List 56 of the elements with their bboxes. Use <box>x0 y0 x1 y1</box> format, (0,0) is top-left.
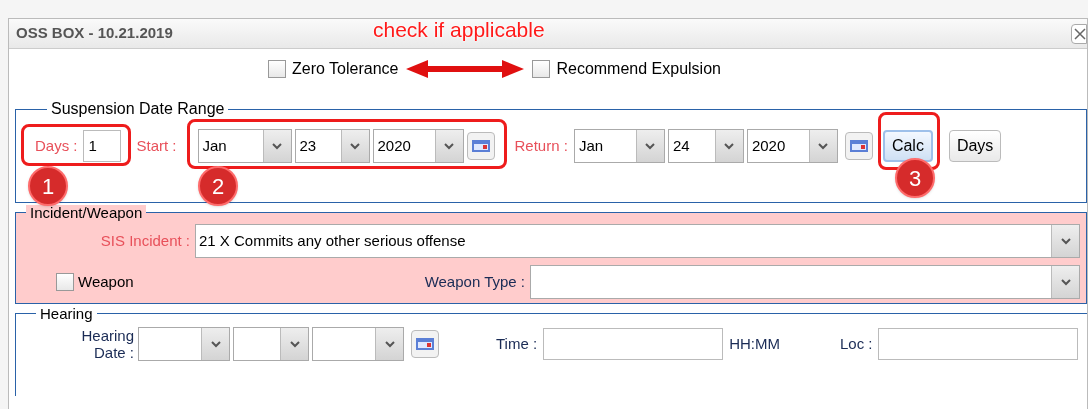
chevron-down-icon <box>1060 237 1071 245</box>
close-icon <box>1074 27 1086 40</box>
year-dropdown[interactable]: 2020 <box>746 129 838 163</box>
chevron-down-icon <box>384 340 395 348</box>
chevron-down-icon <box>1060 278 1071 286</box>
action-button[interactable]: Calc <box>882 130 933 162</box>
day-dropdown[interactable]: 24 <box>667 129 744 163</box>
double-arrow-icon <box>406 59 525 79</box>
day-dropdown[interactable]: 23 <box>294 129 370 163</box>
field-label: Loc : <box>839 333 873 354</box>
incident-dropdown[interactable]: 21 X Commits any other serious offense <box>195 224 1080 258</box>
chevron-down-icon <box>724 142 735 150</box>
calendar-button[interactable] <box>844 132 873 160</box>
calendar-button[interactable] <box>466 132 495 160</box>
chevron-down-icon <box>272 142 283 150</box>
time-field[interactable] <box>543 328 724 360</box>
chevron-down-icon <box>289 340 300 348</box>
checkbox-label: Weapon <box>78 271 134 292</box>
chevron-down-icon <box>210 340 221 348</box>
year-dropdown[interactable]: 2020 <box>372 129 464 163</box>
days-field[interactable]: 1 <box>82 130 121 162</box>
close-button[interactable] <box>1071 23 1087 44</box>
calendar-icon <box>416 338 434 350</box>
month-dropdown[interactable] <box>138 327 230 361</box>
annotation-note: check if applicable <box>373 17 545 43</box>
field-label: Time : <box>496 333 538 354</box>
year-dropdown[interactable] <box>312 327 404 361</box>
field-label: Start : <box>136 135 177 156</box>
month-dropdown[interactable]: Jan <box>573 129 665 163</box>
weapon-type-dropdown[interactable] <box>530 265 1080 299</box>
day-dropdown[interactable] <box>233 327 309 361</box>
chevron-down-icon <box>818 142 829 150</box>
month-dropdown[interactable]: Jan <box>197 129 292 163</box>
checkbox[interactable] <box>268 60 286 78</box>
field-label: Hearing Date : <box>80 327 134 361</box>
section-legend: Suspension Date Range <box>47 101 229 117</box>
checkbox-label: Zero Tolerance <box>292 59 399 79</box>
calendar-button[interactable] <box>411 330 439 358</box>
chevron-down-icon <box>444 142 455 150</box>
section-legend: Hearing <box>36 306 97 321</box>
checkbox[interactable] <box>56 273 74 291</box>
format-hint: HH:MM <box>729 333 780 354</box>
window-title: OSS BOX - 10.21.2019 <box>15 23 173 44</box>
field-label: Return : <box>514 135 568 156</box>
checkbox-label: Recommend Expulsion <box>556 59 721 79</box>
section-legend: Incident/Weapon <box>26 205 147 220</box>
field-label: Weapon Type : <box>424 271 525 292</box>
chevron-down-icon <box>350 142 361 150</box>
location-field[interactable] <box>878 328 1079 360</box>
calendar-icon <box>471 140 490 152</box>
action-button[interactable]: Days <box>948 130 1002 162</box>
field-label: SIS Incident : <box>99 230 190 251</box>
calendar-icon <box>849 140 868 152</box>
field-label: Days : <box>35 135 78 156</box>
checkbox[interactable] <box>532 60 551 78</box>
chevron-down-icon <box>645 142 656 150</box>
